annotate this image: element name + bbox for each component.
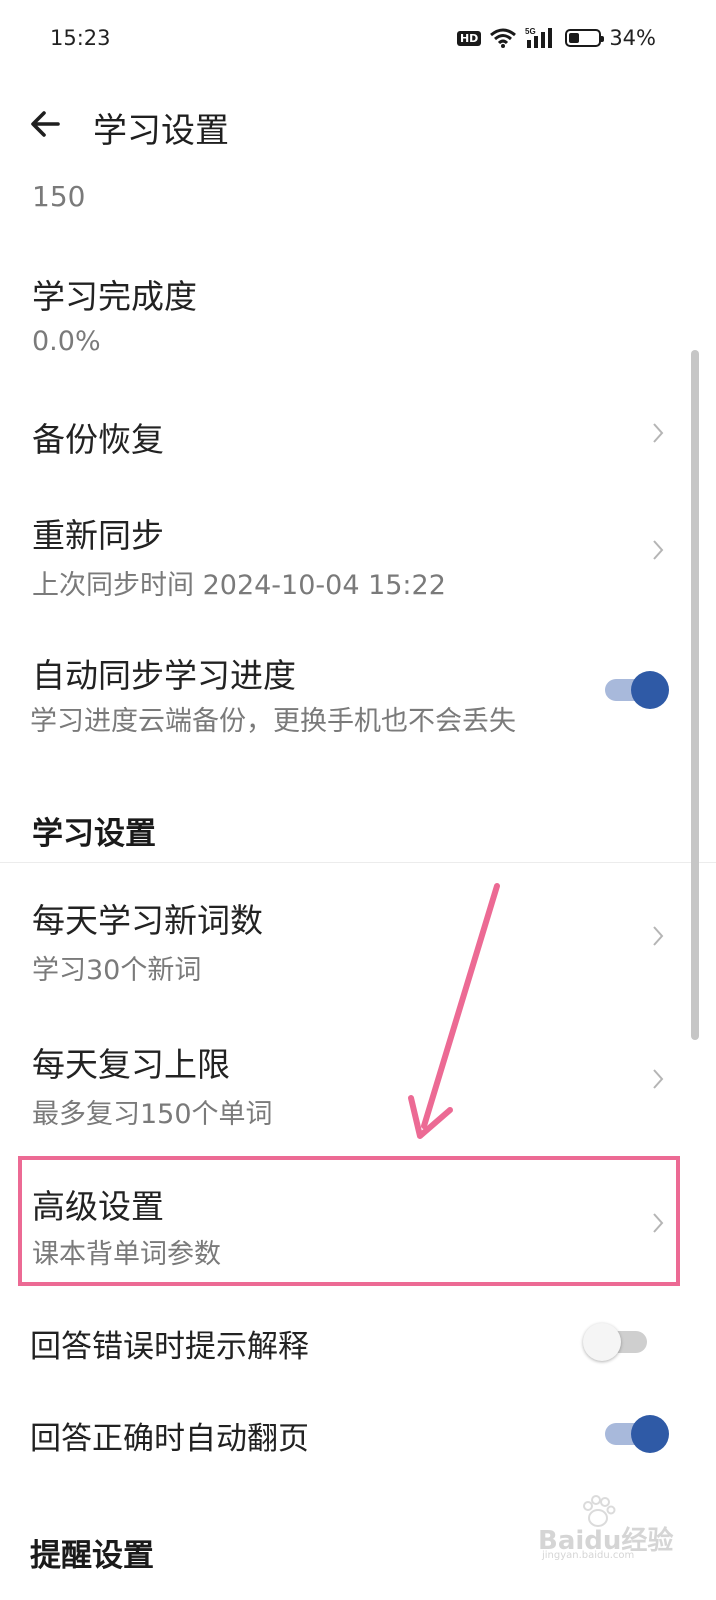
hint-on-wrong-toggle[interactable] [583, 1323, 651, 1361]
completion-row: 学习完成度 0.0% [0, 260, 690, 370]
page-title: 学习设置 [93, 111, 229, 151]
resync-title: 重新同步 [32, 516, 164, 555]
baidu-watermark: Baidu经验 jingyan.baidu.com [538, 1495, 688, 1561]
signal-5g-icon: 5G [525, 27, 553, 48]
resync-row[interactable]: 重新同步 上次同步时间 2024-10-04 15:22 [0, 495, 690, 605]
hd-badge: HD [456, 30, 482, 46]
auto-page-row: 回答正确时自动翻页 [0, 1397, 690, 1472]
battery-percent: 34% [609, 26, 656, 50]
partial-row-value: 150 [32, 180, 86, 213]
backup-restore-row[interactable]: 备份恢复 [0, 395, 690, 475]
watermark-site: jingyan.baidu.com [542, 1550, 635, 1561]
back-arrow-icon[interactable] [28, 106, 64, 142]
auto-page-title: 回答正确时自动翻页 [30, 1421, 309, 1457]
daily-review-limit-subtitle: 最多复习150个单词 [32, 1099, 273, 1130]
chevron-right-icon [653, 540, 664, 560]
hint-on-wrong-title: 回答错误时提示解释 [30, 1329, 309, 1365]
daily-review-limit-title: 每天复习上限 [32, 1045, 230, 1084]
daily-review-limit-row[interactable]: 每天复习上限 最多复习150个单词 [0, 1024, 690, 1139]
hint-on-wrong-row: 回答错误时提示解释 [0, 1305, 690, 1380]
network-label: 5G [525, 27, 536, 36]
reminder-section-header: 提醒设置 [30, 1538, 154, 1574]
backup-restore-title: 备份恢复 [32, 420, 164, 459]
daily-new-words-title: 每天学习新词数 [32, 901, 263, 940]
chevron-right-icon [653, 926, 664, 946]
completion-title: 学习完成度 [32, 277, 197, 316]
daily-new-words-row[interactable]: 每天学习新词数 学习30个新词 [0, 880, 690, 995]
chevron-right-icon [653, 423, 664, 443]
status-time: 15:23 [50, 26, 111, 50]
chevron-right-icon [653, 1069, 664, 1089]
study-section-header: 学习设置 [32, 816, 156, 852]
wifi-icon [490, 28, 517, 48]
highlight-box [18, 1156, 680, 1286]
daily-new-words-subtitle: 学习30个新词 [32, 955, 202, 986]
auto-sync-row: 自动同步学习进度 学习进度云端备份，更换手机也不会丢失 [0, 635, 690, 745]
section-divider [0, 862, 716, 863]
auto-sync-toggle[interactable] [601, 671, 669, 709]
status-icons: HD 5G 34% [456, 26, 656, 50]
scrollbar[interactable] [691, 350, 699, 1040]
auto-page-toggle[interactable] [601, 1415, 669, 1453]
resync-subtitle: 上次同步时间 2024-10-04 15:22 [32, 570, 446, 601]
completion-value: 0.0% [32, 326, 101, 357]
auto-sync-title: 自动同步学习进度 [32, 656, 296, 695]
auto-sync-subtitle: 学习进度云端备份，更换手机也不会丢失 [30, 706, 516, 737]
battery-icon [565, 29, 605, 47]
